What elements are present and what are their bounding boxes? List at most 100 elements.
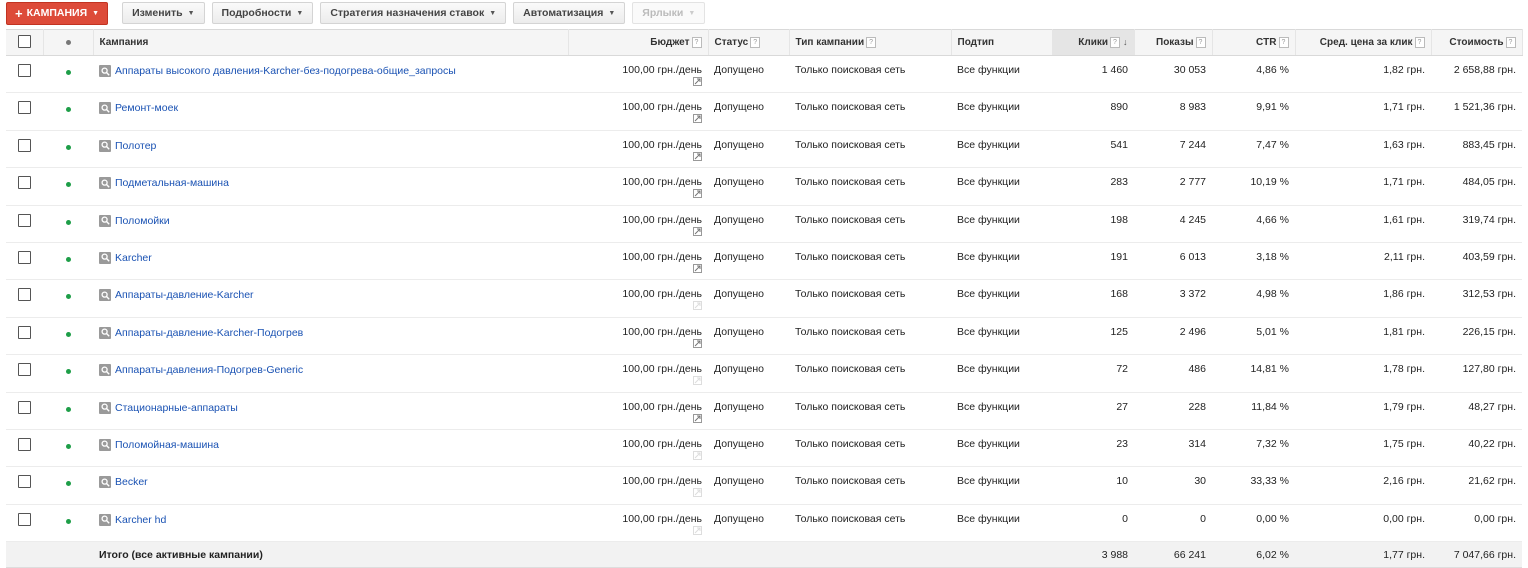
active-status-icon[interactable] (65, 443, 71, 449)
campaign-link[interactable]: Аппараты высокого давления-Karcher-без-п… (115, 65, 456, 77)
col-header-type[interactable]: Тип кампании? (789, 29, 952, 56)
bid-strategy-button[interactable]: Стратегия назначения ставок ▼ (320, 2, 507, 24)
active-status-icon[interactable] (65, 219, 71, 225)
budget-trend-icon[interactable] (574, 77, 702, 87)
col-header-campaign[interactable]: Кампания (93, 29, 569, 56)
budget-trend-icon[interactable] (574, 338, 702, 349)
automation-label: Автоматизация (523, 7, 604, 19)
budget-value[interactable]: 100,00 грн./день (574, 363, 702, 375)
budget-trend-icon[interactable] (574, 450, 702, 461)
select-all-checkbox[interactable] (17, 34, 31, 48)
campaign-link[interactable]: Аппараты-давление-Karcher (115, 289, 254, 301)
row-checkbox[interactable] (18, 325, 31, 339)
budget-value[interactable]: 100,00 грн./день (574, 64, 702, 76)
active-status-icon[interactable] (65, 144, 71, 150)
budget-trend-icon[interactable] (574, 226, 702, 237)
labels-button[interactable]: Ярлыки ▼ (632, 2, 706, 24)
totals-empty-cell (568, 541, 708, 568)
status-text: Допущено (708, 279, 789, 318)
campaign-link[interactable]: Полотер (115, 140, 156, 152)
campaign-link[interactable]: Стационарные-аппараты (115, 402, 238, 414)
campaign-link[interactable]: Becker (115, 476, 148, 488)
help-icon[interactable]: ? (750, 36, 761, 48)
active-status-icon[interactable] (65, 70, 71, 75)
help-icon[interactable]: ? (1278, 36, 1289, 48)
budget-value[interactable]: 100,00 грн./день (574, 139, 702, 151)
campaign-link[interactable]: Подметальная-машина (115, 177, 229, 189)
impressions-value: 4 245 (1134, 205, 1212, 243)
active-status-icon[interactable] (65, 481, 71, 487)
row-checkbox[interactable] (18, 213, 31, 227)
row-checkbox[interactable] (18, 250, 31, 264)
row-checkbox[interactable] (18, 288, 31, 302)
col-header-impressions[interactable]: Показы? (1134, 29, 1213, 56)
budget-value[interactable]: 100,00 грн./день (574, 438, 702, 450)
table-row: Becker 100,00 грн./день Допущено Только пои… (6, 466, 1522, 505)
campaign-link[interactable]: Поломойная-машина (115, 439, 219, 451)
active-status-icon[interactable] (65, 369, 71, 375)
active-status-icon[interactable] (65, 331, 71, 337)
table-row: Подметальная-машина 100,00 грн./день Допущ… (6, 167, 1522, 206)
budget-cell: 100,00 грн./день (568, 504, 708, 543)
budget-trend-icon[interactable] (574, 263, 702, 274)
active-status-icon[interactable] (65, 256, 71, 262)
active-status-icon[interactable] (65, 182, 71, 188)
campaign-link[interactable]: Аппараты-давления-Подогрев-Generic (115, 364, 303, 376)
budget-trend-icon[interactable] (574, 376, 702, 386)
help-icon[interactable]: ? (691, 36, 702, 48)
add-campaign-button[interactable]: + КАМПАНИЯ ▼ (6, 1, 109, 25)
col-header-budget[interactable]: Бюджет? (568, 29, 709, 56)
campaign-link[interactable]: Karcher hd (115, 514, 166, 526)
budget-value[interactable]: 100,00 грн./день (574, 101, 702, 113)
campaign-link[interactable]: Поломойки (115, 215, 170, 227)
status-dot-header[interactable] (43, 29, 94, 56)
row-checkbox[interactable] (18, 437, 31, 451)
budget-value[interactable]: 100,00 грн./день (574, 326, 702, 338)
col-header-clicks[interactable]: Клики? ↓ (1052, 29, 1135, 56)
automation-button[interactable]: Автоматизация ▼ (513, 2, 626, 24)
row-checkbox[interactable] (18, 363, 31, 377)
row-checkbox[interactable] (18, 512, 31, 526)
campaign-link[interactable]: Karcher (115, 252, 152, 264)
col-header-avg-cpc[interactable]: Сред. цена за клик? (1295, 29, 1432, 56)
details-button[interactable]: Подробности ▼ (211, 2, 314, 24)
help-icon[interactable]: ? (866, 36, 877, 48)
active-status-icon[interactable] (65, 107, 71, 113)
col-header-cost[interactable]: Стоимость? (1431, 29, 1523, 56)
help-icon[interactable]: ? (1195, 36, 1206, 48)
totals-empty-cell (789, 541, 951, 568)
budget-trend-icon[interactable] (574, 301, 702, 311)
active-status-icon[interactable] (65, 406, 71, 412)
row-checkbox[interactable] (18, 101, 31, 115)
budget-trend-icon[interactable] (574, 413, 702, 424)
edit-button[interactable]: Изменить ▼ (122, 2, 205, 24)
help-icon[interactable]: ? (1414, 36, 1425, 48)
campaign-subtype: Все функции (951, 317, 1052, 356)
active-status-icon[interactable] (65, 518, 71, 524)
help-icon[interactable]: ? (1110, 36, 1120, 48)
row-checkbox[interactable] (18, 138, 31, 152)
campaign-link[interactable]: Ремонт-моек (115, 102, 178, 114)
row-checkbox[interactable] (18, 400, 31, 414)
budget-trend-icon[interactable] (574, 189, 702, 199)
budget-trend-icon[interactable] (574, 488, 702, 498)
budget-value[interactable]: 100,00 грн./день (574, 214, 702, 226)
budget-value[interactable]: 100,00 грн./день (574, 513, 702, 525)
budget-value[interactable]: 100,00 грн./день (574, 475, 702, 487)
help-icon[interactable]: ? (1505, 36, 1516, 48)
budget-value[interactable]: 100,00 грн./день (574, 176, 702, 188)
active-status-icon[interactable] (65, 294, 71, 300)
row-checkbox[interactable] (18, 475, 31, 489)
row-checkbox[interactable] (18, 64, 31, 77)
col-header-subtype[interactable]: Подтип (951, 29, 1053, 56)
col-header-status[interactable]: Статус? (708, 29, 790, 56)
col-header-ctr[interactable]: CTR? (1212, 29, 1296, 56)
budget-value[interactable]: 100,00 грн./день (574, 251, 702, 263)
budget-trend-icon[interactable] (574, 114, 702, 124)
budget-trend-icon[interactable] (574, 525, 702, 536)
campaign-link[interactable]: Аппараты-давление-Karcher-Подогрев (115, 327, 303, 339)
budget-value[interactable]: 100,00 грн./день (574, 401, 702, 413)
row-checkbox[interactable] (18, 176, 31, 190)
budget-value[interactable]: 100,00 грн./день (574, 288, 702, 300)
budget-trend-icon[interactable] (574, 151, 702, 162)
